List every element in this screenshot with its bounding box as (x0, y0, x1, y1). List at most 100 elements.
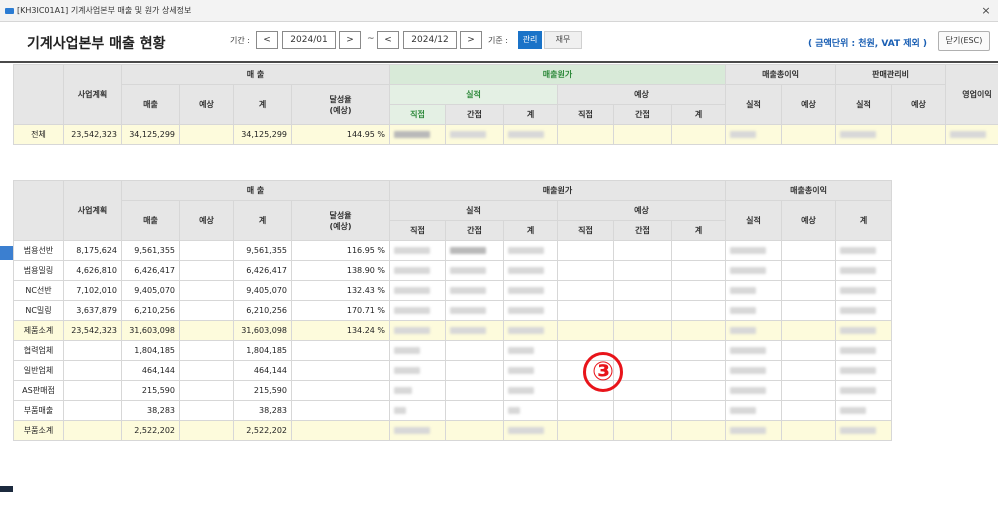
end-next-button[interactable]: > (460, 31, 482, 49)
redacted-cell (445, 280, 505, 301)
table-row[interactable]: NC밀링 3,637,879 6,210,256 6,210,256 170.71 % (13, 300, 893, 321)
redacted-cell (557, 260, 615, 281)
redacted-cell (725, 380, 783, 401)
redacted-cell (781, 360, 837, 381)
header-forecast: 예상 (179, 84, 234, 125)
table-row[interactable]: 일반업체 464,144 464,144 (13, 360, 893, 381)
redacted-cell (557, 280, 615, 301)
redacted-cell (835, 300, 893, 321)
table-row[interactable]: NC선반 7,102,010 9,405,070 9,405,070 132.43 % (13, 280, 893, 301)
redacted-cell (835, 320, 893, 341)
start-date-field[interactable]: 2024/01 (282, 31, 336, 49)
table-row[interactable]: 범용선반 8,175,624 9,561,355 9,561,355 116.95 % (13, 240, 893, 261)
cell-achievement: 170.71 % (290, 300, 391, 321)
end-date-field[interactable]: 2024/12 (403, 31, 457, 49)
redacted-cell (503, 400, 559, 421)
basis-finance-toggle[interactable]: 재무 (544, 31, 582, 49)
table-corner (13, 180, 64, 241)
end-prev-button[interactable]: < (377, 31, 399, 49)
redacted-cell (613, 280, 673, 301)
table-row[interactable]: AS판매점 215,590 215,590 (13, 380, 893, 401)
cell-sales: 1,804,185 (121, 340, 180, 361)
window-close-button[interactable]: × (978, 3, 994, 19)
summary-table: 사업계획 매 출 매출원가 매출총이익 판매관리비 영업이익 매출 예상 계 달… (13, 64, 998, 145)
redacted-cell (557, 124, 615, 145)
redacted-cell (389, 280, 447, 301)
redacted-cell (613, 380, 673, 401)
cell-forecast (179, 260, 234, 281)
header-plan: 사업계획 (63, 180, 122, 241)
annotation-marker: ③ (583, 352, 623, 392)
row-label: NC선반 (13, 280, 64, 301)
header-cost-group: 매출원가 (389, 64, 727, 85)
cell-plan (63, 420, 122, 441)
header-cost-group: 매출원가 (389, 180, 727, 201)
cell-sales: 215,590 (121, 380, 180, 401)
redacted-cell (445, 420, 505, 441)
table-row[interactable]: 범용밀링 4,626,810 6,426,417 6,426,417 138.90 % (13, 260, 893, 281)
cell-achievement: 116.95 % (290, 240, 391, 261)
close-esc-button[interactable]: 닫기(ESC) (938, 31, 990, 51)
redacted-cell (671, 420, 727, 441)
header-cost-actual-direct: 직접 (389, 220, 447, 241)
cell-sales: 464,144 (121, 360, 180, 381)
redacted-cell (389, 124, 447, 145)
cell-sales: 9,561,355 (121, 240, 180, 261)
cell-achievement (290, 360, 391, 381)
period-label: 기간 : (230, 36, 250, 45)
redacted-cell (671, 380, 727, 401)
redacted-cell (725, 360, 783, 381)
row-label: 전체 (13, 124, 64, 145)
table-row[interactable]: 협력업체 1,804,185 1,804,185 (13, 340, 893, 361)
redacted-cell (613, 320, 673, 341)
basis-management-toggle[interactable]: 관리 (518, 31, 542, 49)
redacted-cell (613, 260, 673, 281)
redacted-cell (389, 260, 447, 281)
redacted-cell (725, 340, 783, 361)
header-gross-profit: 매출총이익 (725, 64, 837, 85)
cell-plan: 23,542,323 (63, 320, 122, 341)
redacted-cell (389, 380, 447, 401)
row-label: 제품소계 (13, 320, 64, 341)
window-title-bar: [KH3IC01A1] 기계사업본부 매출 및 원가 상세정보 × (0, 0, 998, 22)
redacted-cell (503, 124, 559, 145)
redacted-cell (835, 280, 893, 301)
header-operating-profit: 영업이익 (945, 64, 998, 125)
header-total: 계 (233, 84, 292, 125)
redacted-cell (613, 340, 673, 361)
redacted-cell (557, 420, 615, 441)
start-prev-button[interactable]: < (256, 31, 278, 49)
row-label: 일반업체 (13, 360, 64, 381)
detail-body: 범용선반 8,175,624 9,561,355 9,561,355 116.95 % 범… (13, 240, 893, 441)
cell-total: 34,125,299 (233, 124, 292, 145)
header-achievement-sub: (예상) (329, 221, 352, 231)
redacted-cell (671, 340, 727, 361)
table-row[interactable]: 제품소계 23,542,323 31,603,098 31,603,098 134.24… (13, 320, 893, 341)
app-icon (5, 8, 14, 14)
redacted-cell (445, 340, 505, 361)
row-label: AS판매점 (13, 380, 64, 401)
redacted-cell (389, 340, 447, 361)
header-achievement-label: 달성율 (329, 94, 352, 104)
summary-row[interactable]: 전체 23,542,323 34,125,299 34,125,299 144.… (13, 124, 998, 145)
start-next-button[interactable]: > (339, 31, 361, 49)
range-separator: ~ (367, 34, 375, 44)
cell-forecast (179, 320, 234, 341)
redacted-cell (781, 320, 837, 341)
redacted-cell (781, 300, 837, 321)
table-row[interactable]: 부품매출 38,283 38,283 (13, 400, 893, 421)
header-achievement: 달성율 (예상) (290, 200, 391, 241)
table-corner (13, 64, 64, 125)
table-row[interactable]: 부품소계 2,522,202 2,522,202 (13, 420, 893, 441)
redacted-cell (503, 280, 559, 301)
cell-total: 6,426,417 (233, 260, 292, 281)
background-window-fragment (0, 246, 13, 260)
redacted-cell (835, 400, 893, 421)
annotation-marker-text: ③ (591, 357, 614, 387)
cell-forecast (179, 360, 234, 381)
redacted-cell (613, 300, 673, 321)
redacted-cell (945, 124, 998, 145)
cell-total: 464,144 (233, 360, 292, 381)
cell-plan (63, 360, 122, 381)
cell-total: 215,590 (233, 380, 292, 401)
